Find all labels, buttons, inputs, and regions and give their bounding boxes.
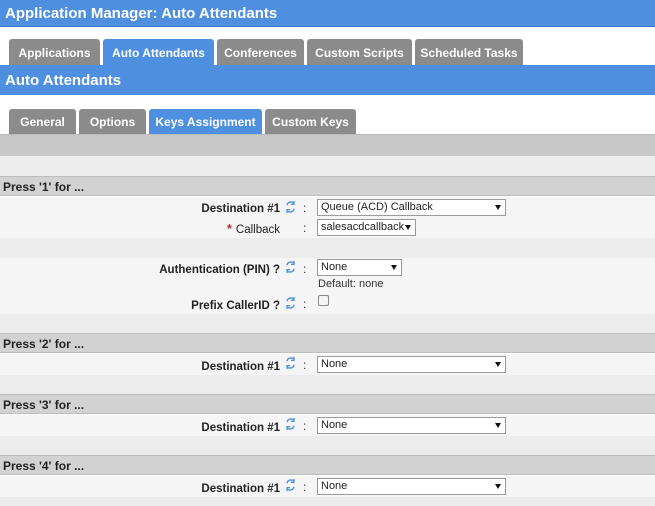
callback-label: Callback — [235, 224, 280, 236]
destination-label: Destination #1 — [201, 203, 280, 215]
tab-scheduled-tasks[interactable]: Scheduled Tasks — [415, 39, 523, 65]
spacer-band — [0, 238, 655, 258]
chevron-down-icon — [495, 205, 501, 210]
sync-arrows-icon[interactable] — [284, 296, 297, 310]
separator: : — [303, 297, 307, 311]
sync-arrows-icon[interactable] — [284, 356, 297, 370]
chevron-down-icon — [495, 484, 501, 489]
key-2-heading: Press '2' for ... — [0, 333, 655, 353]
tab-general[interactable]: General — [9, 109, 76, 134]
required-asterisk-icon: * — [226, 221, 232, 236]
destination-select-value: Queue (ACD) Callback — [321, 201, 433, 213]
destination-label: Destination #1 — [201, 483, 280, 495]
auth-label: Authentication (PIN) ? — [159, 264, 280, 276]
callback-select[interactable]: salesacdcallback — [317, 219, 416, 236]
top-tab-bar: Applications Auto Attendants Conferences… — [0, 39, 655, 68]
key-2-destination-row: Destination #1 : None — [0, 354, 655, 375]
separator: : — [303, 262, 307, 276]
key-1-heading: Press '1' for ... — [0, 176, 655, 196]
destination-select[interactable]: None — [317, 356, 506, 373]
auth-default-hint: Default: none — [318, 278, 384, 290]
tab-conferences[interactable]: Conferences — [217, 39, 304, 65]
callback-label-wrap: * Callback — [227, 221, 280, 236]
separator: : — [303, 480, 307, 494]
key-4-destination-row: Destination #1 : None — [0, 476, 655, 497]
prefix-callerid-checkbox[interactable] — [318, 295, 329, 306]
destination-select-value: None — [321, 480, 348, 492]
separator: : — [303, 201, 307, 215]
destination-select-value: None — [321, 419, 348, 431]
spacer-band — [0, 314, 655, 333]
destination-label: Destination #1 — [201, 361, 280, 373]
destination-select[interactable]: None — [317, 478, 506, 495]
sync-arrows-icon[interactable] — [284, 417, 297, 431]
callback-select-value: salesacdcallback — [321, 221, 405, 233]
chevron-down-icon — [495, 423, 501, 428]
separator: : — [303, 419, 307, 433]
tab-auto-attendants[interactable]: Auto Attendants — [103, 39, 214, 65]
chevron-down-icon — [405, 225, 411, 230]
sync-arrows-icon[interactable] — [284, 200, 297, 214]
sync-arrows-icon[interactable] — [284, 260, 297, 274]
sync-arrows-icon[interactable] — [284, 478, 297, 492]
destination-select[interactable]: None — [317, 417, 506, 434]
chevron-down-icon — [391, 265, 397, 270]
tab-applications[interactable]: Applications — [9, 39, 100, 65]
separator: : — [303, 358, 307, 372]
prefix-callerid-label: Prefix CallerID ? — [191, 300, 280, 312]
tab-keys-assignment[interactable]: Keys Assignment — [149, 109, 262, 134]
tab-custom-keys[interactable]: Custom Keys — [265, 109, 356, 134]
section-title: Auto Attendants — [0, 68, 655, 95]
tab-custom-scripts[interactable]: Custom Scripts — [307, 39, 412, 65]
spacer-band — [0, 436, 655, 455]
spacer-band — [0, 497, 655, 506]
key-1-auth-row: Authentication (PIN) ? : None Default: n… — [0, 258, 655, 293]
key-1-callback-row: * Callback : salesacdcallback — [0, 217, 655, 238]
auth-select[interactable]: None — [317, 259, 402, 276]
spacer-band — [0, 375, 655, 394]
key-1-destination-row: Destination #1 : Queue (ACD) Callback — [0, 197, 655, 217]
chevron-down-icon — [495, 362, 501, 367]
sub-tab-bar: General Options Keys Assignment Custom K… — [0, 109, 655, 134]
destination-select[interactable]: Queue (ACD) Callback — [317, 199, 506, 216]
key-3-heading: Press '3' for ... — [0, 394, 655, 414]
key-1-prefix-row: Prefix CallerID ? : — [0, 293, 655, 314]
spacer-band — [0, 156, 655, 176]
key-3-destination-row: Destination #1 : None — [0, 415, 655, 436]
window-title: Application Manager: Auto Attendants — [0, 0, 655, 27]
table-header-band — [0, 134, 655, 156]
separator: : — [303, 221, 307, 235]
destination-label: Destination #1 — [201, 422, 280, 434]
destination-select-value: None — [321, 358, 348, 370]
tab-options[interactable]: Options — [79, 109, 146, 134]
auth-select-value: None — [321, 261, 348, 273]
key-4-heading: Press '4' for ... — [0, 455, 655, 475]
